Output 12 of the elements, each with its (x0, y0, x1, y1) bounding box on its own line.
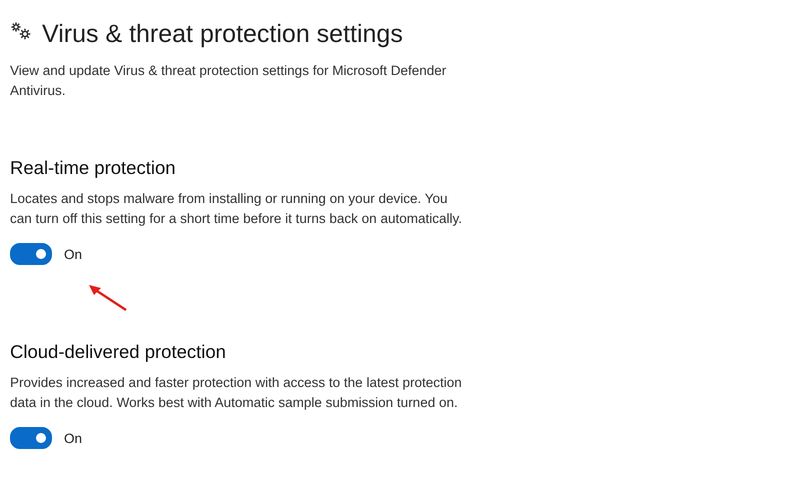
gears-icon (10, 20, 32, 40)
section-heading: Real-time protection (10, 157, 177, 179)
toggle-label: On (64, 246, 82, 262)
section-description: Provides increased and faster protection with access to the latest protection data in the cloud. Works best with Automatic sample submission turned on. (10, 374, 463, 412)
section-heading: Cloud-delivered protection (10, 341, 227, 363)
page-title: Virus & threat protection settings (42, 20, 403, 49)
arrow-annotation (88, 284, 128, 312)
toggle-switch[interactable] (10, 243, 52, 265)
toggle-switch[interactable] (10, 427, 52, 449)
page-description: View and update Virus & threat protection settings for Microsoft Defender Antivirus. (10, 62, 448, 100)
section-description: Locates and stops malware from installing or running on your device. You can turn off this setting for a short time before it turns back on automatically. (10, 190, 463, 228)
toggle-label: On (64, 430, 82, 446)
